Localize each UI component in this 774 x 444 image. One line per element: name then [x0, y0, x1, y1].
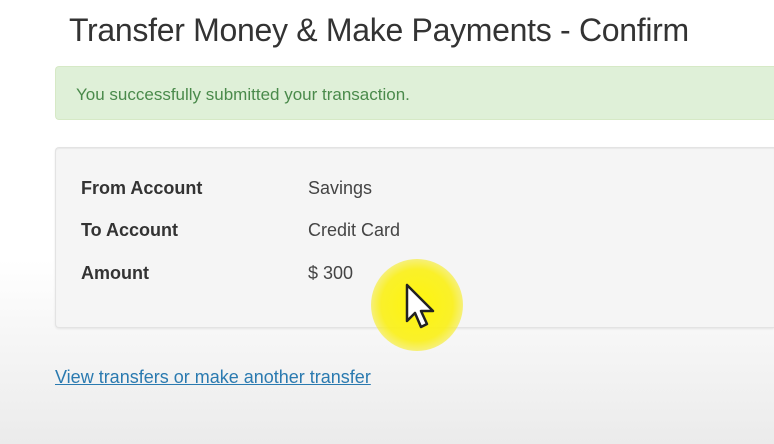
view-transfers-link[interactable]: View transfers or make another transfer	[55, 367, 371, 388]
from-account-value: Savings	[308, 178, 373, 198]
success-alert: You successfully submitted your transact…	[55, 66, 774, 120]
detail-row-to-account: To Account Credit Card	[81, 220, 681, 244]
success-alert-message: You successfully submitted your transact…	[76, 85, 410, 104]
page-title: Transfer Money & Make Payments - Confirm	[69, 12, 689, 48]
amount-value: $ 300	[308, 263, 354, 283]
mouse-pointer-icon	[405, 283, 435, 329]
detail-row-from-account: From Account Savings	[81, 178, 681, 202]
amount-label: Amount	[81, 263, 149, 283]
to-account-value: Credit Card	[308, 220, 401, 240]
to-account-label: To Account	[81, 220, 178, 240]
from-account-label: From Account	[81, 178, 203, 198]
